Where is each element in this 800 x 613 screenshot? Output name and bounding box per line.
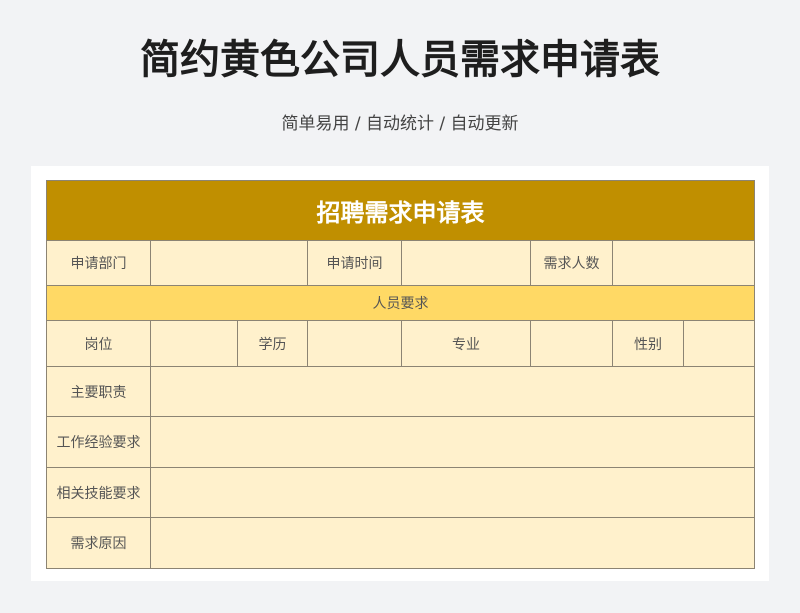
department-field[interactable] xyxy=(150,240,308,286)
gender-field[interactable] xyxy=(683,320,755,367)
department-label: 申请部门 xyxy=(46,240,151,286)
skills-label: 相关技能要求 xyxy=(46,467,151,518)
reason-field[interactable] xyxy=(150,517,755,569)
education-label: 学历 xyxy=(237,320,308,367)
duties-label: 主要职责 xyxy=(46,366,151,417)
position-label: 岗位 xyxy=(46,320,151,367)
headcount-label: 需求人数 xyxy=(530,240,613,286)
position-field[interactable] xyxy=(150,320,238,367)
form-header: 招聘需求申请表 xyxy=(46,180,755,241)
major-field[interactable] xyxy=(530,320,613,367)
date-field[interactable] xyxy=(401,240,531,286)
duties-field[interactable] xyxy=(150,366,755,417)
reason-label: 需求原因 xyxy=(46,517,151,569)
major-label: 专业 xyxy=(401,320,531,367)
education-field[interactable] xyxy=(307,320,402,367)
page-title: 简约黄色公司人员需求申请表 xyxy=(140,37,660,83)
headcount-field[interactable] xyxy=(612,240,755,286)
experience-field[interactable] xyxy=(150,416,755,468)
experience-label: 工作经验要求 xyxy=(46,416,151,468)
skills-field[interactable] xyxy=(150,467,755,518)
gender-label: 性别 xyxy=(612,320,684,367)
recruitment-form-table: 招聘需求申请表 申请部门 申请时间 需求人数 人员要求 岗位 学历 专业 性别 … xyxy=(46,180,755,569)
date-label: 申请时间 xyxy=(307,240,402,286)
section-header-personnel-requirements: 人员要求 xyxy=(46,285,755,321)
page-subtitle: 简单易用 / 自动统计 / 自动更新 xyxy=(281,114,519,134)
